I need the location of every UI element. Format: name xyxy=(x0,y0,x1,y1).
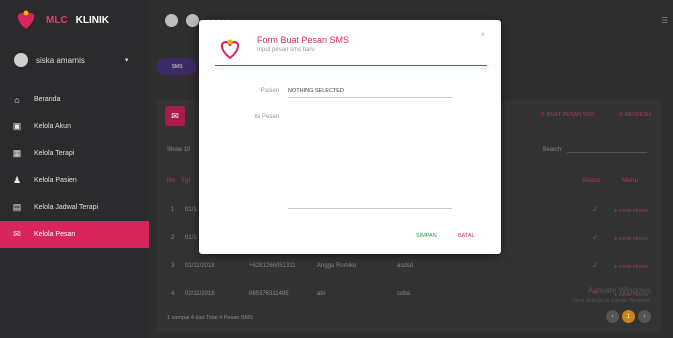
brand-klinik: KLINIK xyxy=(75,14,110,26)
pagination: ‹ 1 › xyxy=(606,310,651,323)
search-label: Search: xyxy=(542,147,563,153)
cell-no: 4 xyxy=(171,291,175,297)
status-ok-icon: ✓ xyxy=(592,233,599,242)
account-icon: ▣ xyxy=(12,121,22,131)
col-no[interactable]: No xyxy=(167,177,175,184)
pasien-label: Pasien xyxy=(260,88,279,94)
cell-tgl: 02/11/2018 xyxy=(185,291,215,297)
mlc-logo-icon xyxy=(220,39,240,60)
caret-down-icon: ▾ xyxy=(124,57,129,64)
prev-page-button[interactable]: ‹ xyxy=(606,310,619,323)
sidebar-item-kelola-akun[interactable]: ▣ Kelola Akun xyxy=(0,113,149,140)
show-label: Show xyxy=(167,147,183,153)
kirim-pesan-button[interactable]: ➤ KIRIM PESAN xyxy=(614,264,648,270)
cell-name: Angga Romiko xyxy=(317,263,357,269)
isi-pesan-textarea[interactable] xyxy=(288,114,452,209)
close-icon[interactable]: × xyxy=(480,30,485,39)
col-status[interactable]: Status xyxy=(582,177,600,184)
save-button[interactable]: SIMPAN xyxy=(416,233,437,239)
sidebar-item-label: Kelola Akun xyxy=(34,123,71,130)
status-ok-icon: ✓ xyxy=(592,205,599,214)
hamburger-menu-icon[interactable]: ☰ xyxy=(661,16,669,25)
cell-no: 3 xyxy=(171,263,175,269)
sidebar-item-kelola-pasien[interactable]: ♟ Kelola Pasien xyxy=(0,167,149,194)
table-info: 1 sampai 4 dari Total 4 Pesan SMS xyxy=(167,315,253,321)
watermark-subtitle: Go to Settings to activate Windows. xyxy=(572,298,651,304)
page-length-select[interactable]: 10 xyxy=(184,147,191,153)
therapy-icon: ▦ xyxy=(12,148,22,158)
card-actions: ✎ BUAT PESAN SMS ⟳ REFRESH xyxy=(541,112,651,118)
sidebar-item-label: Beranda xyxy=(34,96,61,103)
sidebar-menu: ⌂ Beranda ▣ Kelola Akun ▦ Kelola Terapi ♟ Ke… xyxy=(0,86,149,248)
cell-phone: +6281266051311 xyxy=(249,263,296,269)
table-search: Search: xyxy=(542,147,647,153)
cancel-button[interactable]: BATAL xyxy=(458,233,475,239)
sidebar-item-label: Kelola Terapi xyxy=(34,150,75,157)
cell-message: coba xyxy=(397,291,411,297)
mail-icon: ✉ xyxy=(13,229,21,239)
pasien-select[interactable]: NOTHING SELECTED xyxy=(288,88,452,98)
brand[interactable]: MLC KLINIK xyxy=(0,0,149,40)
divider xyxy=(215,65,487,66)
sidebar-item-kelola-terapi[interactable]: ▦ Kelola Terapi xyxy=(0,140,149,167)
avatar xyxy=(14,53,28,67)
calendar-icon: ▤ xyxy=(12,202,22,212)
home-icon: ⌂ xyxy=(14,94,20,105)
sidebar: MLC KLINIK siska amarnis ▾ ⌂ Beranda ▣ Kel… xyxy=(0,0,149,338)
isi-pesan-label: Isi Pesan xyxy=(254,114,279,120)
home-circle-icon[interactable] xyxy=(186,13,199,27)
refresh-button[interactable]: ⟳ REFRESH xyxy=(619,112,651,118)
cell-tgl: 01/1 xyxy=(185,207,197,213)
sidebar-item-label: Kelola Jadwal Terapi xyxy=(34,204,99,211)
sms-tab-button[interactable]: SMS xyxy=(157,58,197,75)
next-page-button[interactable]: › xyxy=(638,310,651,323)
cell-tgl: 01/11/2018 xyxy=(185,263,215,269)
cell-phone: 085376311495 xyxy=(249,291,289,297)
user-name: siska amarnis xyxy=(36,55,85,65)
cell-no: 1 xyxy=(171,207,175,213)
page-1-button[interactable]: 1 xyxy=(622,310,635,323)
sidebar-item-kelola-jadwal-terapi[interactable]: ▤ Kelola Jadwal Terapi xyxy=(0,194,149,221)
page-length: Show 10 xyxy=(167,147,190,153)
brand-mlc: MLC xyxy=(46,14,68,26)
buat-pesan-sms-button[interactable]: ✎ BUAT PESAN SMS xyxy=(541,112,595,118)
form-dialog: Form Buat Pesan SMS Input pesan sms baru… xyxy=(199,20,501,254)
cell-name: abi xyxy=(317,291,326,297)
status-ok-icon: ✓ xyxy=(592,261,599,270)
sidebar-item-label: Kelola Pesan xyxy=(34,231,76,238)
search-input[interactable] xyxy=(567,147,647,153)
cell-message: asdsd xyxy=(397,263,414,269)
watermark-title: Activate Windows xyxy=(587,286,651,295)
cell-no: 2 xyxy=(171,235,175,241)
patients-icon: ♟ xyxy=(12,175,22,185)
col-tgl[interactable]: Tgl xyxy=(181,177,190,184)
windows-watermark: Activate Windows Go to Settings to activ… xyxy=(572,286,651,306)
sidebar-item-beranda[interactable]: ⌂ Beranda xyxy=(0,86,149,113)
dialog-title: Form Buat Pesan SMS xyxy=(257,35,350,45)
col-menu: Menu xyxy=(622,177,639,184)
cell-tgl: 01/1 xyxy=(185,235,197,241)
message-icon: ✉ xyxy=(165,106,185,126)
kirim-pesan-button[interactable]: ➤ KIRIM PESAN xyxy=(614,236,648,242)
mlc-logo-icon xyxy=(17,10,35,29)
kirim-pesan-button[interactable]: ➤ KIRIM PESAN xyxy=(614,208,648,214)
user-menu[interactable]: siska amarnis ▾ xyxy=(0,40,149,80)
back-icon[interactable] xyxy=(165,13,178,27)
sidebar-item-label: Kelola Pasien xyxy=(34,177,77,184)
dialog-subtitle: Input pesan sms baru xyxy=(257,47,315,53)
sidebar-item-kelola-pesan[interactable]: ✉ Kelola Pesan xyxy=(0,221,149,248)
